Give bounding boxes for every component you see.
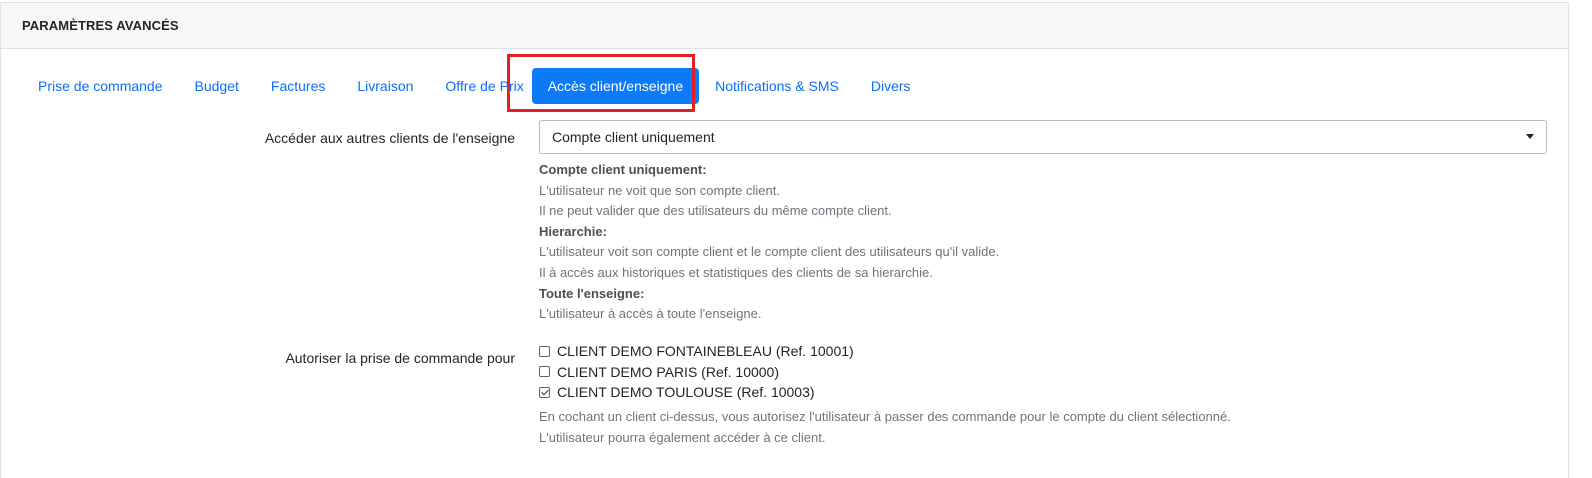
- help-line: L'utilisateur voit son compte client et …: [539, 244, 1000, 260]
- highlight-annotation-box: [507, 54, 695, 112]
- help-line: En cochant un client ci-dessus, vous aut…: [539, 409, 1231, 424]
- help-line: L'utilisateur ne voit que son compte cli…: [539, 182, 780, 198]
- client-checkbox-row[interactable]: CLIENT DEMO PARIS (Ref. 10000): [539, 362, 854, 383]
- tab-factures[interactable]: Factures: [255, 68, 341, 104]
- checkbox[interactable]: [539, 366, 550, 378]
- access-select-value: Compte client uniquement: [552, 129, 715, 145]
- access-select[interactable]: Compte client uniquement: [539, 120, 1547, 154]
- help-heading-hierarchy: Hierarchie:: [539, 223, 607, 239]
- help-line: L'utilisateur pourra également accéder à…: [539, 430, 826, 445]
- client-checkbox-label[interactable]: CLIENT DEMO PARIS (Ref. 10000): [557, 364, 779, 380]
- tab-livraison[interactable]: Livraison: [341, 68, 429, 104]
- caret-down-icon: [1526, 134, 1534, 139]
- checkbox[interactable]: [539, 345, 550, 357]
- client-checkbox-label[interactable]: CLIENT DEMO FONTAINEBLEAU (Ref. 10001): [557, 343, 854, 359]
- client-checkbox-label[interactable]: CLIENT DEMO TOULOUSE (Ref. 10003): [557, 384, 815, 400]
- tab-notifications-sms[interactable]: Notifications & SMS: [699, 68, 855, 104]
- orders-help: En cochant un client ci-dessus, vous aut…: [539, 406, 1231, 448]
- access-help: Compte client uniquement: L'utilisateur …: [539, 160, 999, 325]
- client-checkbox-row[interactable]: CLIENT DEMO FONTAINEBLEAU (Ref. 10001): [539, 341, 854, 362]
- tab-budget[interactable]: Budget: [179, 68, 255, 104]
- client-checkbox-list: CLIENT DEMO FONTAINEBLEAU (Ref. 10001) C…: [539, 341, 854, 403]
- orders-label: Autoriser la prise de commande pour: [285, 350, 515, 366]
- access-label: Accéder aux autres clients de l'enseigne: [264, 130, 515, 146]
- help-line: Il ne peut valider que des utilisateurs …: [539, 203, 892, 219]
- client-checkbox-row[interactable]: CLIENT DEMO TOULOUSE (Ref. 10003): [539, 382, 854, 403]
- card-header: PARAMÈTRES AVANCÉS: [1, 3, 1568, 49]
- settings-tabs: Prise de commande Budget Factures Livrai…: [22, 68, 927, 104]
- help-line: Il à accès aux historiques et statistiqu…: [539, 264, 933, 280]
- checkbox-checked[interactable]: [539, 386, 550, 398]
- help-heading-enseigne: Toute l'enseigne:: [539, 285, 645, 301]
- tab-prise-de-commande[interactable]: Prise de commande: [22, 68, 179, 104]
- help-heading-account: Compte client uniquement:: [539, 162, 707, 177]
- tab-divers[interactable]: Divers: [855, 68, 927, 104]
- help-line: L'utilisateur à accès à toute l'enseigne…: [539, 306, 762, 322]
- page-title: PARAMÈTRES AVANCÉS: [22, 18, 179, 33]
